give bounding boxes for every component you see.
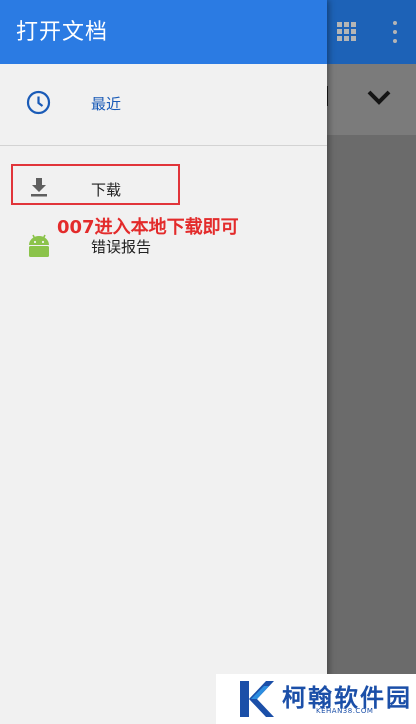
divider	[0, 145, 327, 146]
watermark: 柯翰软件园 KEHAN38.COM	[216, 674, 416, 724]
navigation-drawer: 打开文档 最近 下载 错误报告 007进入本地下载即可	[0, 0, 327, 724]
annotation-text: 007进入本地下载即可	[57, 217, 239, 238]
more-options-icon[interactable]	[392, 21, 398, 43]
android-icon	[29, 234, 49, 257]
chevron-down-icon[interactable]	[366, 88, 392, 106]
watermark-logo	[240, 681, 274, 717]
highlight-box	[11, 164, 180, 205]
clock-icon	[26, 90, 51, 115]
grid-view-icon[interactable]	[337, 22, 357, 42]
drawer-item-label: 最近	[91, 95, 122, 113]
drawer-item-recent[interactable]: 最近	[0, 74, 327, 130]
drawer-item-label: 错误报告	[91, 238, 152, 256]
drawer-header: 打开文档	[0, 0, 327, 64]
watermark-url: KEHAN38.COM	[316, 707, 374, 715]
drawer-title: 打开文档	[16, 20, 109, 45]
